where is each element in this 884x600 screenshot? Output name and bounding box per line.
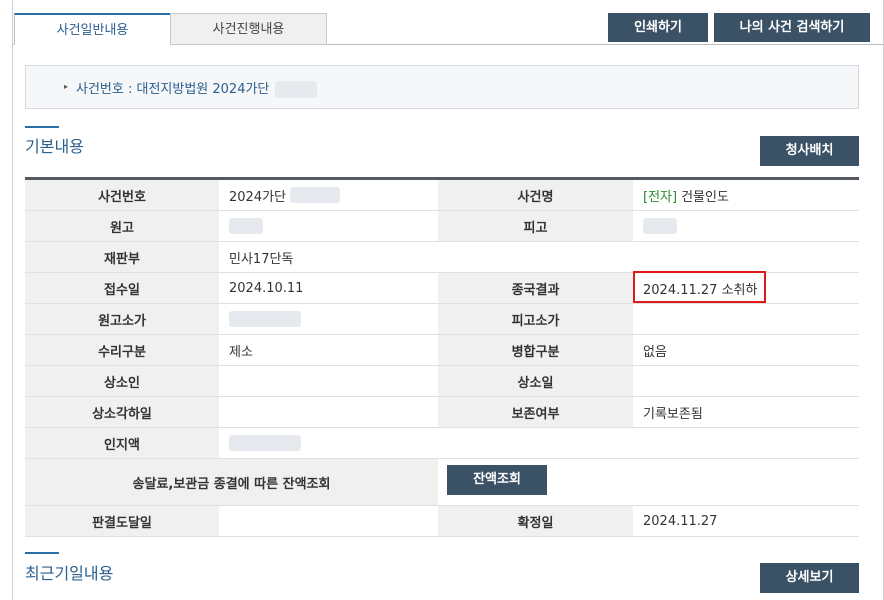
table-row: 판결도달일 확정일 2024.11.27 [25, 506, 859, 537]
redacted-mask [229, 435, 301, 451]
row-label: 종국결과 [438, 273, 633, 303]
row-label: 수리구분 [25, 335, 219, 365]
table-row: 상소각하일 보존여부 기록보존됨 [25, 397, 859, 428]
table-row: 상소인 상소일 [25, 366, 859, 397]
courthouse-layout-button[interactable]: 청사배치 [760, 136, 859, 166]
row-value [219, 506, 438, 536]
row-value: 없음 [633, 335, 859, 365]
row-label: 인지액 [25, 428, 219, 458]
redacted-mask [275, 81, 318, 98]
tab-general[interactable]: 사건일반내용 [14, 13, 171, 45]
electronic-tag: [전자] [643, 189, 678, 205]
row-value: 제소 [219, 335, 438, 365]
section-accent [25, 552, 59, 554]
table-row: 수리구분 제소 병합구분 없음 [25, 335, 859, 366]
basic-section-title: 기본내용 [25, 137, 84, 156]
row-value [219, 397, 438, 427]
redacted-mask [229, 218, 263, 234]
bullet-icon: ▸ [64, 82, 69, 91]
row-value [219, 211, 438, 241]
redacted-mask [643, 218, 677, 234]
row-label: 재판부 [25, 242, 219, 272]
row-value: 2024.10.11 [219, 273, 438, 303]
section-accent [25, 126, 59, 128]
row-label: 피고소가 [438, 304, 633, 334]
row-label: 상소일 [438, 366, 633, 396]
row-value: 기록보존됨 [633, 397, 859, 427]
row-label: 상소인 [25, 366, 219, 396]
balance-inquiry-label: 송달료,보관금 종결에 따른 잔액조회 [25, 459, 438, 505]
row-label: 피고 [438, 211, 633, 241]
my-case-search-button[interactable]: 나의 사건 검색하기 [714, 13, 870, 42]
redacted-mask [290, 187, 341, 203]
table-row: 원고소가 피고소가 [25, 304, 859, 335]
redacted-mask [229, 311, 301, 327]
recent-section-title: 최근기일내용 [25, 564, 114, 583]
table-row: 원고 피고 [25, 211, 859, 242]
tab-progress[interactable]: 사건진행내용 [170, 13, 327, 45]
balance-inquiry-button[interactable]: 잔액조회 [447, 465, 547, 495]
table-row: 재판부 민사17단독 [25, 242, 859, 273]
case-number-text: 사건번호 : 대전지방법원 2024가단 [76, 82, 270, 97]
case-number-box: ▸ 사건번호 : 대전지방법원 2024가단 [25, 65, 859, 109]
row-label: 상소각하일 [25, 397, 219, 427]
row-value: 2024가단 [219, 180, 438, 210]
table-row: 사건번호 2024가단 사건명 [전자] 건물인도 [25, 180, 859, 211]
row-value [633, 211, 859, 241]
row-value [633, 304, 859, 334]
row-label: 보존여부 [438, 397, 633, 427]
detail-view-button[interactable]: 상세보기 [760, 563, 859, 593]
table-row: 송달료,보관금 종결에 따른 잔액조회 [25, 459, 859, 506]
row-label: 접수일 [25, 273, 219, 303]
case-no-value: 2024가단 [229, 189, 287, 205]
row-label: 사건번호 [25, 180, 219, 210]
row-value [633, 366, 859, 396]
row-value [219, 304, 438, 334]
table-row: 인지액 [25, 428, 859, 459]
case-name-value: 건물인도 [681, 189, 729, 205]
print-button[interactable]: 인쇄하기 [608, 13, 708, 42]
row-label: 원고소가 [25, 304, 219, 334]
row-value: 민사17단독 [219, 242, 859, 272]
row-label: 원고 [25, 211, 219, 241]
row-label: 판결도달일 [25, 506, 219, 536]
row-value: 2024.11.27 [633, 506, 859, 536]
case-info-table: 사건번호 2024가단 사건명 [전자] 건물인도 원고 피고 재판부 민사17단… [25, 177, 859, 537]
row-label: 병합구분 [438, 335, 633, 365]
row-value [219, 366, 438, 396]
final-result-highlight [633, 271, 766, 303]
row-value [219, 428, 859, 458]
case-number-line: 사건번호 : 대전지방법원 2024가단 [76, 78, 318, 98]
row-value: [전자] 건물인도 [633, 180, 859, 210]
row-label: 확정일 [438, 506, 633, 536]
row-label: 사건명 [438, 180, 633, 210]
